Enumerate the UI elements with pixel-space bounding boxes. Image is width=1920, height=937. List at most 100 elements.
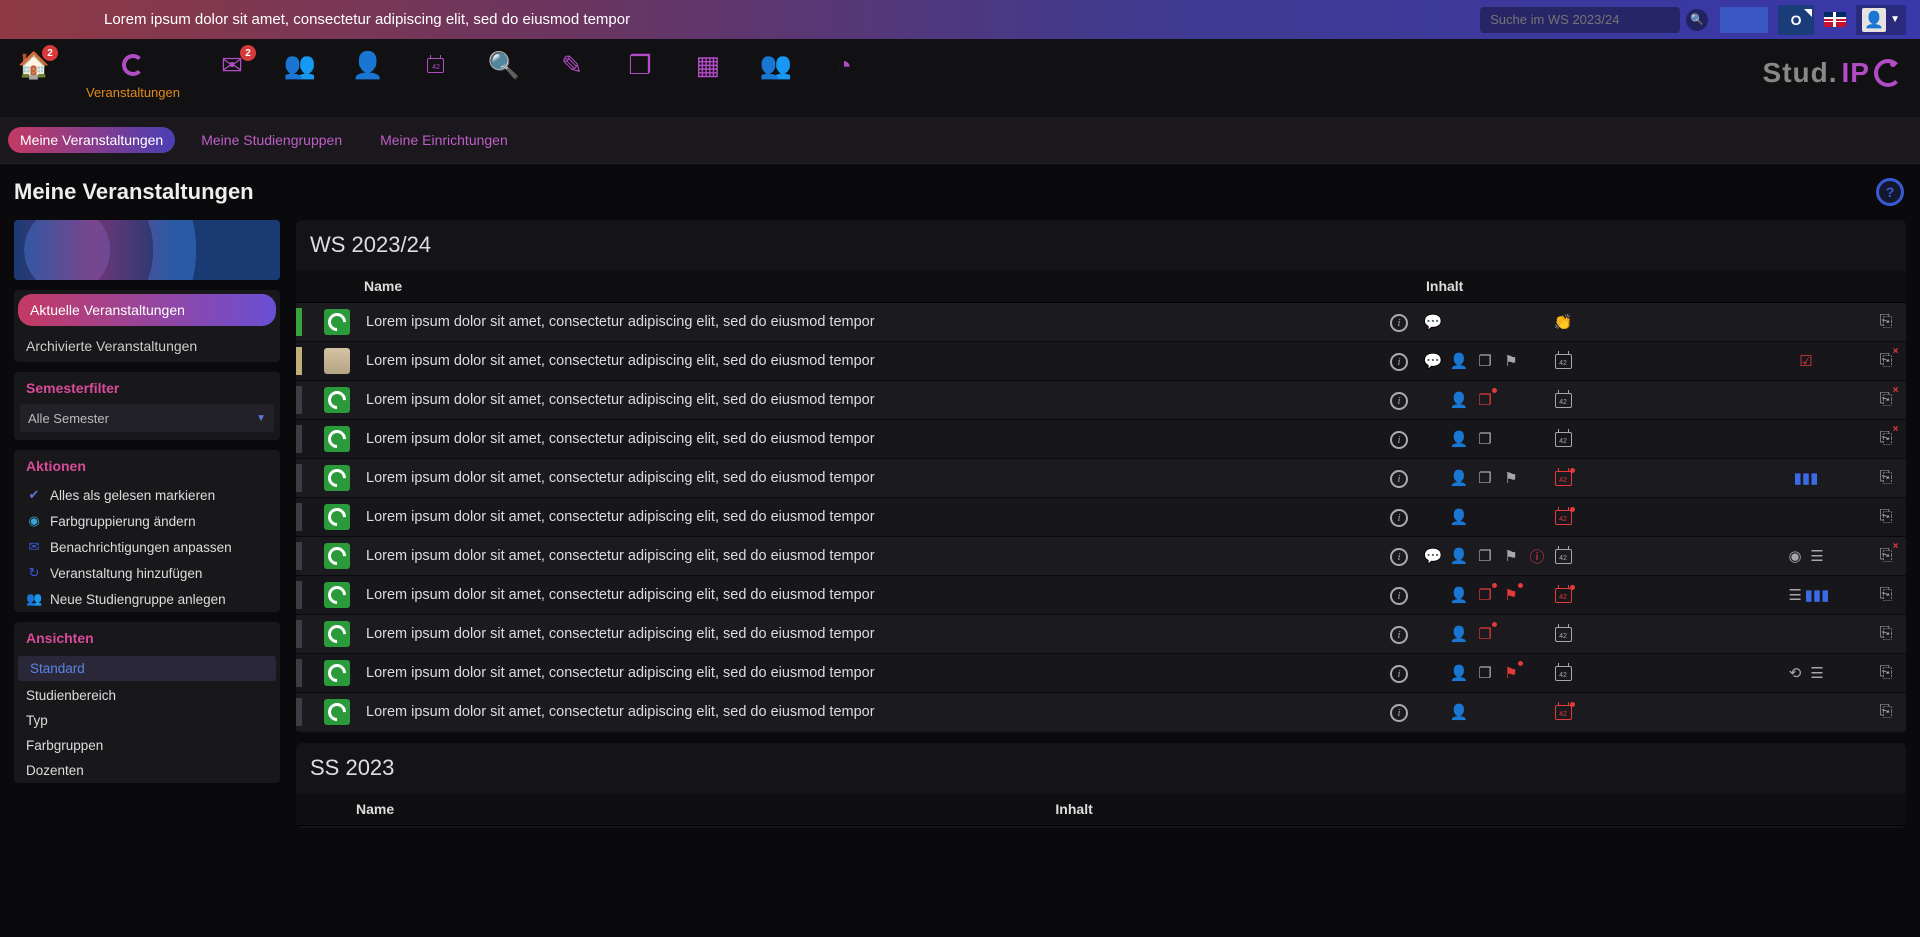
nav-messages[interactable]: ✉ 2 <box>216 49 248 81</box>
action-add-course[interactable]: ↻Veranstaltung hinzufügen <box>14 560 280 586</box>
goto-icon[interactable]: ⎘ <box>1880 313 1893 330</box>
info-icon[interactable]: i <box>1390 431 1408 449</box>
sidebar-item-archived[interactable]: Archivierte Veranstaltungen <box>14 330 280 362</box>
sidebar-item-current[interactable]: Aktuelle Veranstaltungen <box>18 294 276 326</box>
view-farbgruppen[interactable]: Farbgruppen <box>14 733 280 758</box>
table-row[interactable]: Lorem ipsum dolor sit amet, consectetur … <box>296 498 1906 537</box>
nav-activity[interactable]: ◔ <box>828 49 860 81</box>
info-icon[interactable]: i <box>1390 665 1408 683</box>
wiki-icon[interactable]: ⚑ <box>1502 547 1520 565</box>
schedule-icon[interactable] <box>1554 549 1572 564</box>
table-row[interactable]: Lorem ipsum dolor sit amet, consectetur … <box>296 459 1906 498</box>
course-name[interactable]: Lorem ipsum dolor sit amet, consectetur … <box>358 381 1382 420</box>
profile-menu[interactable]: 👤 ▼ <box>1856 5 1906 35</box>
list-icon[interactable]: ☰ <box>1808 664 1826 682</box>
info-new-icon[interactable]: ⓘ <box>1528 546 1546 567</box>
action-notifications[interactable]: ✉Benachrichtigungen anpassen <box>14 534 280 560</box>
announcement-icon[interactable]: 👏 <box>1554 313 1572 331</box>
tab-my-studygroups[interactable]: Meine Studiengruppen <box>189 127 354 153</box>
nav-community[interactable]: 👥 <box>284 49 316 81</box>
view-studienbereich[interactable]: Studienbereich <box>14 683 280 708</box>
wiki-icon[interactable]: ⚑ <box>1502 352 1520 370</box>
view-typ[interactable]: Typ <box>14 708 280 733</box>
language-flag[interactable] <box>1824 12 1846 27</box>
goto-icon[interactable]: ⎘ <box>1880 352 1893 369</box>
view-dozenten[interactable]: Dozenten <box>14 758 280 783</box>
files-icon[interactable]: ❐ <box>1476 547 1494 565</box>
schedule-icon[interactable] <box>1554 354 1572 369</box>
goto-icon[interactable]: ⎘ <box>1880 430 1893 447</box>
vote-icon[interactable]: ☑ <box>1797 352 1815 370</box>
schedule-icon[interactable] <box>1554 432 1572 447</box>
participants-icon[interactable]: 👤 <box>1450 547 1468 565</box>
files-icon[interactable]: ❐ <box>1476 430 1494 448</box>
participants-icon[interactable]: 👤 <box>1450 625 1468 643</box>
table-row[interactable]: Lorem ipsum dolor sit amet, consectetur … <box>296 693 1906 732</box>
participants-icon[interactable]: 👤 <box>1450 352 1468 370</box>
participants-icon[interactable]: 👤 <box>1450 430 1468 448</box>
table-row[interactable]: Lorem ipsum dolor sit amet, consectetur … <box>296 303 1906 342</box>
goto-icon[interactable]: ⎘ <box>1880 469 1893 486</box>
course-name[interactable]: Lorem ipsum dolor sit amet, consectetur … <box>358 342 1382 381</box>
action-color-group[interactable]: ◉Farbgruppierung ändern <box>14 508 280 534</box>
files-icon[interactable]: ❐ <box>1476 625 1494 643</box>
info-icon[interactable]: i <box>1390 548 1408 566</box>
goto-icon[interactable]: ⎘ <box>1880 508 1893 525</box>
participants-icon[interactable]: 👤 <box>1450 703 1468 721</box>
forum-icon[interactable]: 💬 <box>1424 547 1442 565</box>
course-name[interactable]: Lorem ipsum dolor sit amet, consectetur … <box>358 576 1382 615</box>
table-row[interactable]: Lorem ipsum dolor sit amet, consectetur … <box>296 576 1906 615</box>
schedule-icon[interactable] <box>1554 510 1572 525</box>
table-row[interactable]: Lorem ipsum dolor sit amet, consectetur … <box>296 615 1906 654</box>
participants-icon[interactable]: 👤 <box>1450 508 1468 526</box>
course-name[interactable]: Lorem ipsum dolor sit amet, consectetur … <box>358 654 1382 693</box>
notification-chip[interactable] <box>1720 7 1768 33</box>
nav-contacts[interactable]: 👥 <box>760 49 792 81</box>
info-icon[interactable]: i <box>1390 704 1408 722</box>
nav-blackboard[interactable]: ▦ <box>692 49 724 81</box>
view-standard[interactable]: Standard <box>18 656 276 681</box>
schedule-icon[interactable] <box>1554 666 1572 681</box>
nav-courses[interactable]: Veranstaltungen <box>86 49 180 100</box>
forum-icon[interactable]: 💬 <box>1424 352 1442 370</box>
goto-icon[interactable]: ⎘ <box>1880 664 1893 681</box>
files-icon[interactable]: ❐ <box>1476 391 1494 409</box>
schedule-icon[interactable] <box>1554 393 1572 408</box>
goto-icon[interactable]: ⎘ <box>1880 625 1893 642</box>
goto-icon[interactable]: ⎘ <box>1880 547 1893 564</box>
participants-icon[interactable]: 👤 <box>1450 391 1468 409</box>
participants-icon[interactable]: 👤 <box>1450 586 1468 604</box>
record-icon[interactable]: ◉ <box>1786 547 1804 565</box>
list-icon[interactable]: ☰ <box>1808 547 1826 565</box>
course-name[interactable]: Lorem ipsum dolor sit amet, consectetur … <box>358 303 1382 342</box>
forum-icon[interactable]: 💬 <box>1424 313 1442 331</box>
info-icon[interactable]: i <box>1390 626 1408 644</box>
schedule-icon[interactable] <box>1554 471 1572 486</box>
nav-profile[interactable]: 👤 <box>352 49 384 81</box>
files-icon[interactable]: ❐ <box>1476 352 1494 370</box>
participants-icon[interactable]: 👤 <box>1450 664 1468 682</box>
wiki-icon[interactable]: ⚑ <box>1502 469 1520 487</box>
outlook-icon[interactable]: O <box>1778 5 1814 35</box>
help-button[interactable]: ? <box>1876 178 1904 206</box>
participants-icon[interactable]: 👤 <box>1450 469 1468 487</box>
nav-oer[interactable]: ❐ <box>624 49 656 81</box>
goto-icon[interactable]: ⎘ <box>1880 703 1893 720</box>
tab-my-courses[interactable]: Meine Veranstaltungen <box>8 127 175 153</box>
nav-home[interactable]: 🏠 2 <box>18 49 50 81</box>
course-name[interactable]: Lorem ipsum dolor sit amet, consectetur … <box>358 537 1382 576</box>
files-icon[interactable]: ❐ <box>1476 586 1494 604</box>
table-row[interactable]: Lorem ipsum dolor sit amet, consectetur … <box>296 342 1906 381</box>
info-icon[interactable]: i <box>1390 509 1408 527</box>
goto-icon[interactable]: ⎘ <box>1880 391 1893 408</box>
nav-tools[interactable]: ✎ <box>556 49 588 81</box>
wiki-icon[interactable]: ⚑ <box>1502 664 1520 682</box>
search-input[interactable] <box>1480 7 1680 33</box>
goto-icon[interactable]: ⎘ <box>1880 586 1893 603</box>
action-new-studygroup[interactable]: 👥Neue Studiengruppe anlegen <box>14 586 280 612</box>
stats-icon[interactable]: ▮▮▮ <box>1797 469 1815 487</box>
stats-icon[interactable]: ▮▮▮ <box>1808 586 1826 604</box>
schedule-icon[interactable] <box>1554 588 1572 603</box>
tab-my-institutes[interactable]: Meine Einrichtungen <box>368 127 520 153</box>
course-name[interactable]: Lorem ipsum dolor sit amet, consectetur … <box>358 615 1382 654</box>
